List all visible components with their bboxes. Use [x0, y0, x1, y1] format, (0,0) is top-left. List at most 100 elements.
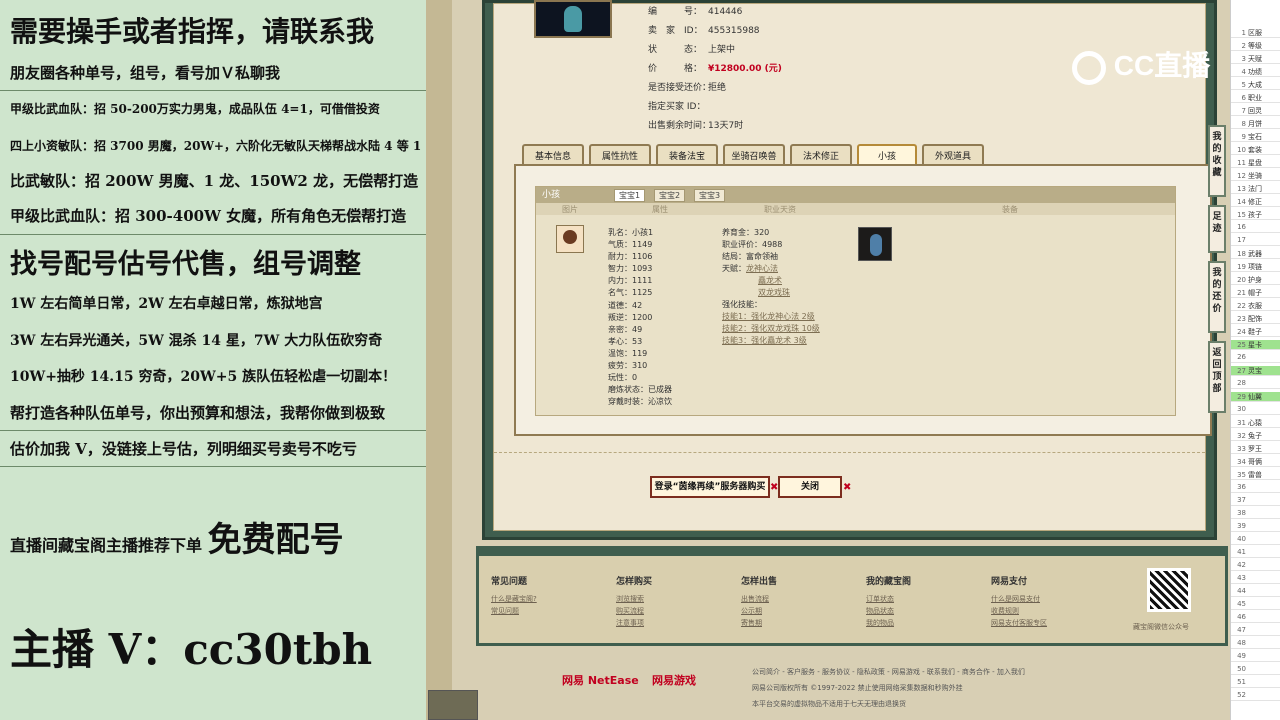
footer-link[interactable]: 我的物品	[866, 617, 911, 629]
sheet-row[interactable]: 49	[1231, 652, 1280, 663]
sheet-row[interactable]: 19 项链	[1231, 262, 1280, 273]
sheet-row[interactable]: 20 护身	[1231, 275, 1280, 286]
promo-line: 需要操手或者指挥，请联系我	[10, 15, 375, 48]
value: 13天7时	[708, 121, 744, 131]
footer-link[interactable]: 注意事项	[616, 617, 652, 629]
row-label: 孩子	[1248, 211, 1262, 219]
footer-link[interactable]: 物品状态	[866, 605, 911, 617]
sheet-row[interactable]: 31 心猿	[1231, 418, 1280, 429]
row-number: 16	[1237, 223, 1246, 231]
footer-link[interactable]: 什么是网易支付	[991, 593, 1047, 605]
talent-link[interactable]: 双龙戏珠	[758, 287, 790, 298]
sheet-row[interactable]: 50	[1231, 665, 1280, 676]
sheet-row[interactable]: 16	[1231, 223, 1280, 234]
sheet-row[interactable]: 21 帽子	[1231, 288, 1280, 299]
sheet-row[interactable]: 32 兔子	[1231, 431, 1280, 442]
sheet-row[interactable]: 34 哥俩	[1231, 457, 1280, 468]
login-buy-button[interactable]: 登录“茵缘再续”服务器购买	[650, 476, 770, 498]
talent-link[interactable]: 龙神心法	[746, 263, 778, 274]
footer-links: 公司简介 - 客户服务 - 服务协议 - 隐私政策 - 网易游戏 - 联系我们 …	[752, 668, 1025, 676]
sheet-row[interactable]: 11 星盘	[1231, 158, 1280, 169]
footer-link[interactable]: 常见问题	[491, 605, 537, 617]
sheet-row[interactable]: 40	[1231, 535, 1280, 546]
sheet-row[interactable]: 5 大成	[1231, 80, 1280, 91]
sheet-row[interactable]: 29 仙翼	[1231, 392, 1280, 403]
sheet-row[interactable]: 3 天赋	[1231, 54, 1280, 65]
promo-line: 10W+抽秒 14.15 穷奇，20W+5 族队伍轻松虐一切副本！	[10, 369, 397, 385]
row-label: 宝石	[1248, 133, 1262, 141]
row-number: 21	[1237, 289, 1246, 297]
sheet-row[interactable]: 44	[1231, 587, 1280, 598]
footer-link[interactable]: 出售流程	[741, 593, 777, 605]
col-image: 图片	[562, 205, 578, 214]
sheet-row[interactable]: 10 套装	[1231, 145, 1280, 156]
role-portrait	[534, 0, 612, 38]
row-number: 36	[1237, 483, 1246, 491]
footer-link[interactable]: 订单状态	[866, 593, 911, 605]
sheet-row[interactable]: 45	[1231, 600, 1280, 611]
close-button[interactable]: 关闭	[778, 476, 842, 498]
footer-link[interactable]: 寄售期	[741, 617, 777, 629]
sheet-row[interactable]: 30	[1231, 405, 1280, 416]
sheet-row[interactable]: 47	[1231, 626, 1280, 637]
footer-link[interactable]: 购买流程	[616, 605, 652, 617]
sheet-row[interactable]: 28	[1231, 379, 1280, 390]
tab-baby-2[interactable]: 宝宝2	[654, 189, 686, 202]
row-label: 套装	[1248, 146, 1262, 154]
sheet-row[interactable]: 17	[1231, 236, 1280, 247]
talent-link[interactable]: 矗龙术	[758, 275, 782, 286]
sheet-row[interactable]: 23 配饰	[1231, 314, 1280, 325]
sheet-row[interactable]: 51	[1231, 678, 1280, 689]
row-label: 坐骑	[1248, 172, 1262, 180]
tab-baby-1[interactable]: 宝宝1	[614, 189, 646, 202]
child-attr: 智力：1093	[608, 264, 653, 273]
sheet-row[interactable]: 2 等级	[1231, 41, 1280, 52]
sheet-row[interactable]: 42	[1231, 561, 1280, 572]
footer-link[interactable]: 浏览搜索	[616, 593, 652, 605]
equipment-slot[interactable]	[858, 227, 892, 261]
sheet-row[interactable]: 39	[1231, 522, 1280, 533]
sheet-row[interactable]: 36	[1231, 483, 1280, 494]
tab-baby-3[interactable]: 宝宝3	[694, 189, 726, 202]
sheet-row[interactable]: 8 月饼	[1231, 119, 1280, 130]
strengthen-label: 强化技能：	[722, 300, 762, 309]
footer-link[interactable]: 收费规则	[991, 605, 1047, 617]
sheet-row[interactable]: 6 职业	[1231, 93, 1280, 104]
footer-link[interactable]: 公示期	[741, 605, 777, 617]
sheet-row[interactable]: 35 雷兽	[1231, 470, 1280, 481]
sheet-row[interactable]: 38	[1231, 509, 1280, 520]
sheet-row[interactable]: 25 星卡	[1231, 340, 1280, 351]
sheet-row[interactable]: 4 功绩	[1231, 67, 1280, 78]
skill-link[interactable]: 技能3：强化矗龙术 3级	[722, 335, 807, 346]
sheet-row[interactable]: 24 鞋子	[1231, 327, 1280, 338]
skill-link[interactable]: 技能2：强化双龙戏珠 10级	[722, 323, 820, 334]
sheet-row[interactable]: 13 法门	[1231, 184, 1280, 195]
sheet-row[interactable]: 22 衣服	[1231, 301, 1280, 312]
sheet-row[interactable]: 41	[1231, 548, 1280, 559]
row-number: 10	[1237, 146, 1246, 154]
bargain-button[interactable]: 我的还价	[1208, 261, 1226, 333]
sheet-row[interactable]: 1 区服	[1231, 28, 1280, 39]
back-to-top-button[interactable]: 返回顶部	[1208, 341, 1226, 413]
sheet-row[interactable]: 46	[1231, 613, 1280, 624]
sheet-row[interactable]: 52	[1231, 691, 1280, 702]
label: 指定买家 ID：	[648, 102, 706, 112]
sheet-row[interactable]: 14 修正	[1231, 197, 1280, 208]
sheet-row[interactable]: 48	[1231, 639, 1280, 650]
skill-link[interactable]: 技能1：强化龙神心法 2级	[722, 311, 815, 322]
sheet-row[interactable]: 12 坐骑	[1231, 171, 1280, 182]
footer-link[interactable]: 网易支付客服专区	[991, 617, 1047, 629]
sheet-row[interactable]: 27 灵宝	[1231, 366, 1280, 377]
row-label: 大成	[1248, 81, 1262, 89]
favorites-button[interactable]: 我的收藏	[1208, 125, 1226, 197]
sheet-row[interactable]: 9 宝石	[1231, 132, 1280, 143]
sheet-row[interactable]: 18 武器	[1231, 249, 1280, 260]
footer-link[interactable]: 什么是藏宝阁?	[491, 593, 537, 605]
sheet-row[interactable]: 7 回灵	[1231, 106, 1280, 117]
sheet-row[interactable]: 37	[1231, 496, 1280, 507]
sheet-row[interactable]: 43	[1231, 574, 1280, 585]
sheet-row[interactable]: 15 孩子	[1231, 210, 1280, 221]
history-button[interactable]: 足迹	[1208, 205, 1226, 253]
sheet-row[interactable]: 33 罗王	[1231, 444, 1280, 455]
sheet-row[interactable]: 26	[1231, 353, 1280, 364]
